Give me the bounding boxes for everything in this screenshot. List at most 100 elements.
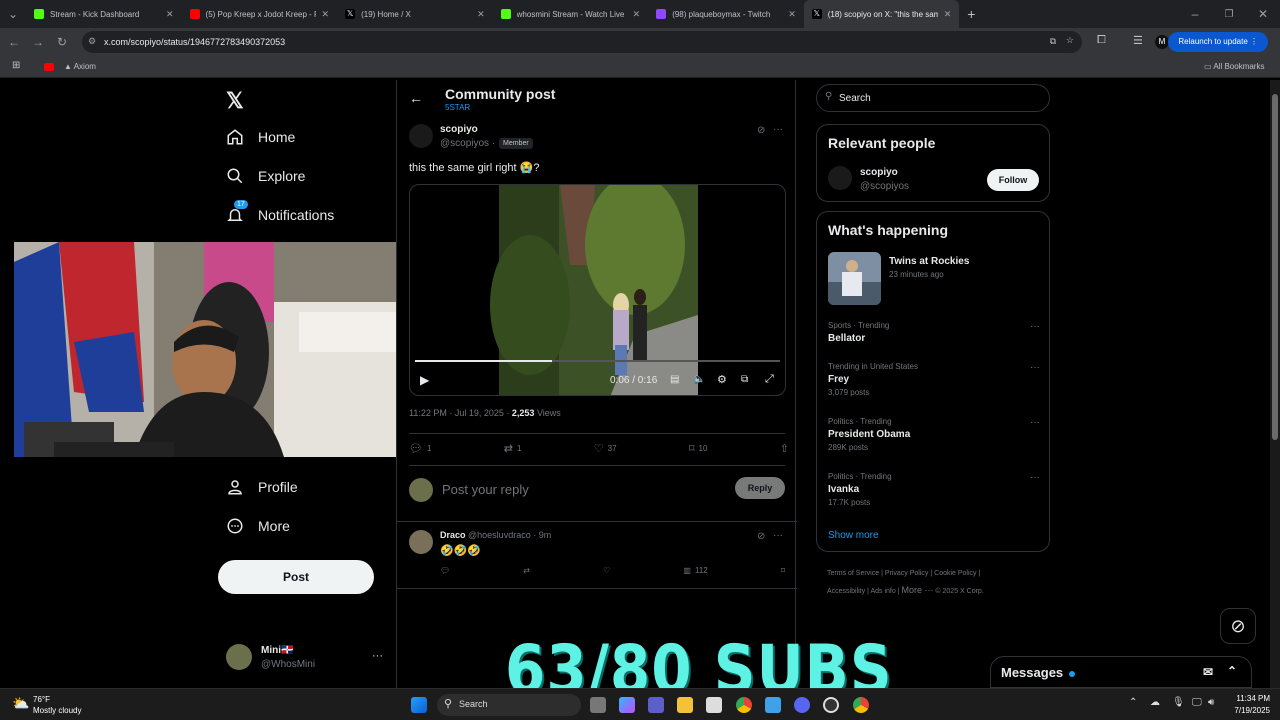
onedrive-icon[interactable]: ☁: [1150, 697, 1160, 708]
copilot-icon[interactable]: [619, 697, 635, 713]
minimize-icon[interactable]: –: [1178, 7, 1212, 21]
close-tab-icon[interactable]: ✕: [633, 9, 641, 20]
footer-link[interactable]: Terms of Service: [827, 570, 879, 577]
star-icon[interactable]: ☆: [1066, 35, 1074, 46]
browser-tab[interactable]: (98) plaqueboymax - Twitch ✕: [648, 0, 804, 28]
post-button[interactable]: Post: [218, 560, 374, 594]
trend-item[interactable]: Politics · Trending Ivanka 17.7K posts ·…: [828, 472, 1040, 507]
volume-icon[interactable]: 🔈: [693, 374, 705, 385]
more-dots-icon[interactable]: ···: [773, 530, 783, 541]
site-info-icon[interactable]: ⚙: [88, 36, 96, 47]
install-icon[interactable]: ⧉: [1050, 36, 1056, 47]
close-tab-icon[interactable]: ✕: [944, 9, 952, 20]
account-switcher[interactable]: Mini🇩🇴 @WhosMini ···: [226, 644, 386, 674]
extensions-icon[interactable]: ⧠: [1097, 34, 1106, 47]
avatar[interactable]: M: [1155, 35, 1169, 49]
new-tab-icon[interactable]: +: [959, 6, 983, 22]
nav-explore[interactable]: Explore: [226, 167, 305, 185]
post-author[interactable]: scopiyo: [440, 124, 478, 135]
taskbar-search[interactable]: ⚲ Search: [437, 694, 581, 716]
maximize-icon[interactable]: ❐: [1212, 9, 1246, 20]
reply-input[interactable]: Post your reply: [442, 482, 712, 497]
pip-icon[interactable]: ⧉: [741, 374, 748, 385]
avatar[interactable]: [409, 124, 433, 148]
footer-link[interactable]: Cookie Policy: [934, 570, 976, 577]
close-tab-icon[interactable]: ✕: [788, 9, 796, 20]
grok-icon[interactable]: ⊘: [757, 125, 765, 136]
browser-tab[interactable]: whosmini Stream - Watch Live o ✕: [493, 0, 649, 28]
grok-button[interactable]: ⊘: [1220, 608, 1256, 644]
nav-home[interactable]: Home: [226, 128, 295, 146]
clock[interactable]: 11:34 PM 7/19/2025: [1224, 693, 1270, 717]
play-icon[interactable]: ▶: [420, 373, 429, 387]
footer-link[interactable]: Ads info: [870, 588, 895, 595]
close-window-icon[interactable]: ✕: [1246, 7, 1280, 21]
discord-icon[interactable]: [794, 697, 810, 713]
avatar[interactable]: [828, 166, 852, 190]
footer-link[interactable]: More ···: [901, 585, 933, 595]
share-button[interactable]: ⇧: [780, 442, 789, 455]
task-view-icon[interactable]: [590, 697, 606, 713]
bookmark-button[interactable]: ⌑: [781, 566, 785, 575]
chrome-icon[interactable]: [736, 697, 752, 713]
reply-button[interactable]: 💬︎ 1: [409, 442, 431, 455]
show-more-link[interactable]: Show more: [828, 530, 879, 541]
browser-tab[interactable]: Stream - Kick Dashboard ✕: [26, 0, 182, 28]
trend-item[interactable]: Trending in United States Frey 3,079 pos…: [828, 362, 1040, 397]
more-dots-icon[interactable]: ···: [1030, 321, 1040, 332]
notepad-icon[interactable]: [765, 697, 781, 713]
trend-item[interactable]: Politics · Trending President Obama 289K…: [828, 417, 1040, 452]
expand-icon[interactable]: ⌃: [1227, 664, 1237, 678]
browser-tab[interactable]: (5) Pop Kreep x Jodot Kreep - R ✕: [182, 0, 338, 28]
search-input[interactable]: ⚲ Search: [816, 84, 1050, 112]
featured-trend[interactable]: Twins at Rockies 23 minutes ago: [828, 252, 1040, 307]
forward-icon[interactable]: →: [26, 35, 50, 49]
repost-button[interactable]: ⇄: [523, 566, 530, 575]
nav-more[interactable]: More: [226, 517, 290, 535]
reload-icon[interactable]: ↻: [50, 35, 74, 49]
all-bookmarks[interactable]: ▭ All Bookmarks: [1204, 62, 1264, 71]
messages-drawer[interactable]: Messages ✉ ⌃: [990, 656, 1252, 688]
scrollbar-thumb[interactable]: [1272, 94, 1278, 440]
more-dots-icon[interactable]: ···: [1030, 362, 1040, 373]
follow-button[interactable]: Follow: [987, 169, 1039, 191]
trend-item[interactable]: Sports · Trending Bellator ···: [828, 321, 1040, 344]
start-icon[interactable]: [411, 697, 427, 713]
more-dots-icon[interactable]: ···: [1030, 417, 1040, 428]
reply-author[interactable]: Draco @hoesluvdraco · 9m: [440, 530, 551, 540]
file-explorer-icon[interactable]: [677, 697, 693, 713]
obs-icon[interactable]: [823, 697, 839, 713]
person-name[interactable]: scopiyo: [860, 167, 898, 178]
weather-widget[interactable]: ⛅ 76°F Mostly cloudy: [12, 693, 112, 717]
nav-profile[interactable]: Profile: [226, 478, 298, 496]
fullscreen-icon[interactable]: ⤢: [765, 373, 774, 386]
store-icon[interactable]: [706, 697, 722, 713]
captions-icon[interactable]: ▤: [670, 374, 679, 385]
repost-button[interactable]: ⇄ 1: [504, 442, 522, 455]
bookmark-axiom[interactable]: ▲ Axiom: [64, 62, 96, 71]
like-button[interactable]: ♡ 37: [594, 442, 617, 455]
relaunch-button[interactable]: Relaunch to update ⋮: [1168, 32, 1268, 52]
footer-link[interactable]: Privacy Policy: [885, 570, 929, 577]
settings-icon[interactable]: ⚙: [717, 373, 727, 386]
back-arrow-icon[interactable]: ←: [409, 90, 423, 106]
reading-list-icon[interactable]: ☰: [1133, 34, 1143, 47]
nav-notifications[interactable]: 17 Notifications: [226, 200, 334, 224]
new-message-icon[interactable]: ✉: [1203, 665, 1213, 679]
volume-icon[interactable]: 🔊︎: [1208, 697, 1214, 708]
more-dots-icon[interactable]: ···: [1030, 472, 1040, 483]
back-icon[interactable]: ←: [2, 35, 26, 49]
more-dots-icon[interactable]: ···: [773, 124, 783, 135]
tray-chevron-icon[interactable]: ⌃: [1129, 697, 1137, 708]
network-icon[interactable]: 🖵︎: [1192, 697, 1202, 708]
apps-grid-icon[interactable]: ⊞: [12, 60, 20, 71]
close-tab-icon[interactable]: ✕: [322, 9, 330, 20]
post-handle[interactable]: @scopiyos ·: [440, 138, 495, 149]
views-button[interactable]: ▥ 112: [683, 566, 707, 575]
bookmark-button[interactable]: ⌑ 10: [689, 442, 708, 455]
teams-icon[interactable]: [648, 697, 664, 713]
chrome-icon[interactable]: [853, 697, 869, 713]
browser-tab-active[interactable]: 𝕏 (18) scopiyo on X: "this the sam ✕: [803, 0, 960, 28]
video-player[interactable]: ▶ 0:06 / 0:16 ▤ 🔈 ⚙ ⧉ ⤢: [409, 184, 786, 396]
grok-icon[interactable]: ⊘: [757, 531, 765, 542]
